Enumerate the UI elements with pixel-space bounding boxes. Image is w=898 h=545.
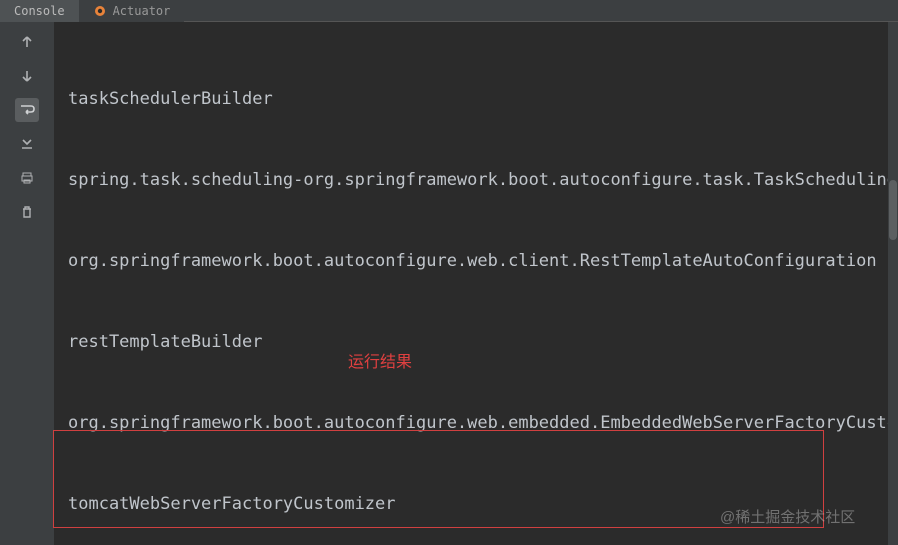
console-panel: taskSchedulerBuilder spring.task.schedul…	[54, 22, 898, 545]
console-line: spring.task.scheduling-org.springframewo…	[68, 167, 888, 194]
console-line: org.springframework.boot.autoconfigure.w…	[68, 248, 888, 275]
console-line: taskSchedulerBuilder	[68, 86, 888, 113]
scroll-up-button[interactable]	[15, 30, 39, 54]
scroll-to-end-button[interactable]	[15, 132, 39, 156]
soft-wrap-button[interactable]	[15, 98, 39, 122]
console-output[interactable]: taskSchedulerBuilder spring.task.schedul…	[56, 24, 888, 545]
tab-actuator-label: Actuator	[113, 4, 171, 18]
clear-button[interactable]	[15, 200, 39, 224]
print-button[interactable]	[15, 166, 39, 190]
annotation-label: 运行结果	[348, 348, 412, 372]
tab-console[interactable]: Console	[0, 0, 79, 22]
tab-console-label: Console	[14, 4, 65, 18]
console-gutter	[0, 22, 54, 545]
scrollbar-thumb[interactable]	[889, 180, 897, 240]
tab-actuator[interactable]: Actuator	[79, 0, 185, 22]
console-line: org.springframework.boot.autoconfigure.w…	[68, 410, 888, 437]
watermark: @稀土掘金技术社区	[720, 506, 855, 527]
scroll-down-button[interactable]	[15, 64, 39, 88]
console-line: restTemplateBuilder	[68, 329, 888, 356]
actuator-icon	[93, 4, 107, 18]
scrollbar-track[interactable]	[888, 22, 898, 545]
